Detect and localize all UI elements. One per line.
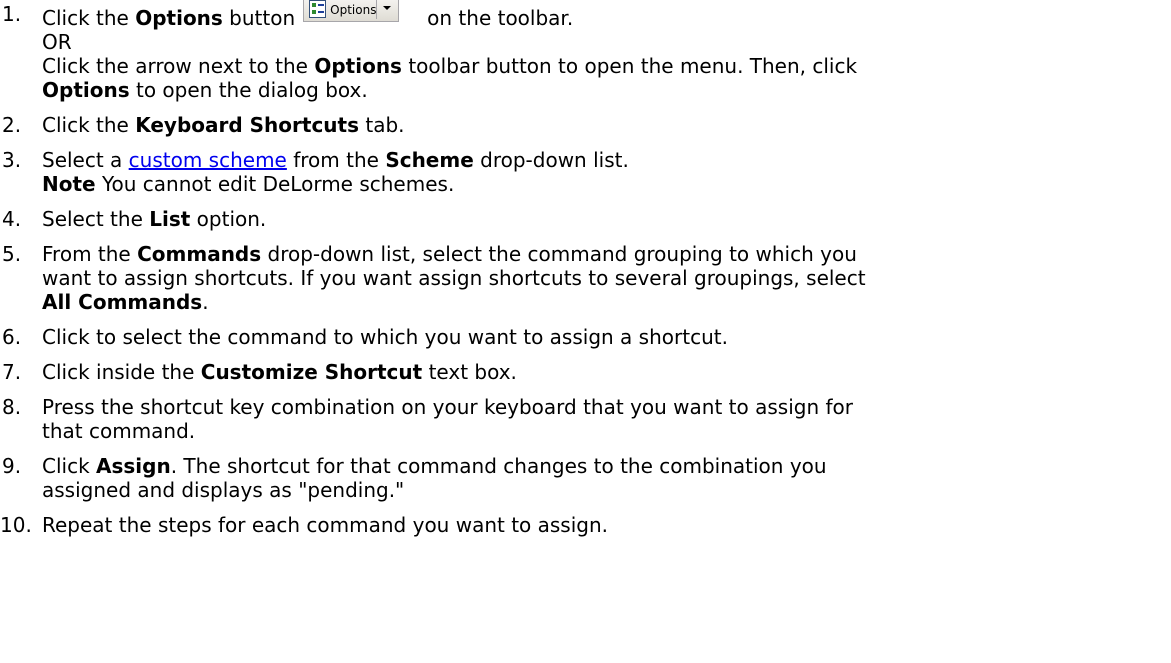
step-number: 7. xyxy=(2,360,22,384)
step-9: 9. Click Assign. The shortcut for that c… xyxy=(0,454,1171,502)
step-text-line: All Commands. xyxy=(42,290,1171,314)
step-number: 3. xyxy=(2,148,22,172)
step-text: Click inside the xyxy=(42,360,201,384)
step-text: text box. xyxy=(422,360,517,384)
step-bold-text: Options xyxy=(314,54,402,78)
step-bold-text: Options xyxy=(42,78,130,102)
options-toolbar-button-image: Options xyxy=(303,0,400,22)
step-bold-text: Assign xyxy=(96,454,171,478)
step-alt-line: Click the arrow next to the Options tool… xyxy=(42,54,1171,78)
step-text: Repeat the steps for each command you wa… xyxy=(42,513,609,537)
step-note: Note You cannot edit DeLorme schemes. xyxy=(42,172,1171,196)
or-separator: OR xyxy=(42,30,72,54)
step-2: 2. Click the Keyboard Shortcuts tab. xyxy=(0,113,1171,137)
step-bold-text: Keyboard Shortcuts xyxy=(135,113,360,137)
step-text: button xyxy=(222,6,296,30)
step-7: 7. Click inside the Customize Shortcut t… xyxy=(0,360,1171,384)
step-10: 10. Repeat the steps for each command yo… xyxy=(0,513,1171,537)
step-number: 8. xyxy=(2,395,22,419)
step-number: 1. xyxy=(2,2,22,26)
step-text: tab. xyxy=(359,113,405,137)
custom-scheme-link[interactable]: custom scheme xyxy=(129,148,287,172)
step-text: Click the arrow next to the xyxy=(42,54,315,78)
step-text: Click the xyxy=(42,6,136,30)
step-text-line: want to assign shortcuts. If you want as… xyxy=(42,266,866,290)
step-1: 1. Click the Options button Options on the… xyxy=(0,0,1171,102)
step-bold-text: List xyxy=(149,207,191,231)
step-number: 2. xyxy=(2,113,22,137)
step-text: Click the xyxy=(42,113,136,137)
step-text: Click xyxy=(42,454,97,478)
step-text: to open the dialog box. xyxy=(129,78,368,102)
step-text: Click to select the command to which you… xyxy=(42,325,728,349)
options-checklist-icon xyxy=(309,0,327,18)
step-text-line: assigned and displays as "pending." xyxy=(42,478,405,502)
step-text: Select the xyxy=(42,207,150,231)
step-number: 9. xyxy=(2,454,22,478)
step-text: Select a xyxy=(42,148,129,172)
step-text: option. xyxy=(190,207,267,231)
step-text: drop-down list, select the command group… xyxy=(261,242,857,266)
step-number: 10. xyxy=(0,513,32,537)
step-number: 6. xyxy=(2,325,22,349)
options-toolbar-button-label: Options xyxy=(330,3,377,17)
step-bold-text: Commands xyxy=(137,242,262,266)
note-label: Note xyxy=(42,172,96,196)
instruction-steps: 1. Click the Options button Options on the… xyxy=(0,0,1171,548)
step-bold-text: Customize Shortcut xyxy=(200,360,423,384)
step-number: 4. xyxy=(2,207,22,231)
step-3: 3. Select a custom scheme from the Schem… xyxy=(0,148,1171,196)
step-text: From the xyxy=(42,242,138,266)
step-6: 6. Click to select the command to which … xyxy=(0,325,1171,349)
step-text: from the xyxy=(286,148,386,172)
step-number: 5. xyxy=(2,242,22,266)
step-4: 4. Select the List option. xyxy=(0,207,1171,231)
step-text-line: that command. xyxy=(42,419,196,443)
step-text: . xyxy=(202,290,209,314)
dropdown-arrow-icon xyxy=(383,6,392,10)
step-text: . The shortcut for that command changes … xyxy=(170,454,827,478)
step-bold-text: Scheme xyxy=(385,148,474,172)
step-text: on the toolbar. xyxy=(427,6,574,30)
step-text: Press the shortcut key combination on yo… xyxy=(42,395,853,419)
step-text: toolbar button to open the menu. Then, c… xyxy=(401,54,858,78)
step-8: 8. Press the shortcut key combination on… xyxy=(0,395,1171,443)
step-alt-line-2: Options to open the dialog box. xyxy=(42,78,1171,102)
note-text: You cannot edit DeLorme schemes. xyxy=(95,172,455,196)
step-bold-text: All Commands xyxy=(42,290,203,314)
step-text: drop-down list. xyxy=(473,148,629,172)
step-bold-text: Options xyxy=(135,6,223,30)
step-5: 5. From the Commands drop-down list, sel… xyxy=(0,242,1171,314)
